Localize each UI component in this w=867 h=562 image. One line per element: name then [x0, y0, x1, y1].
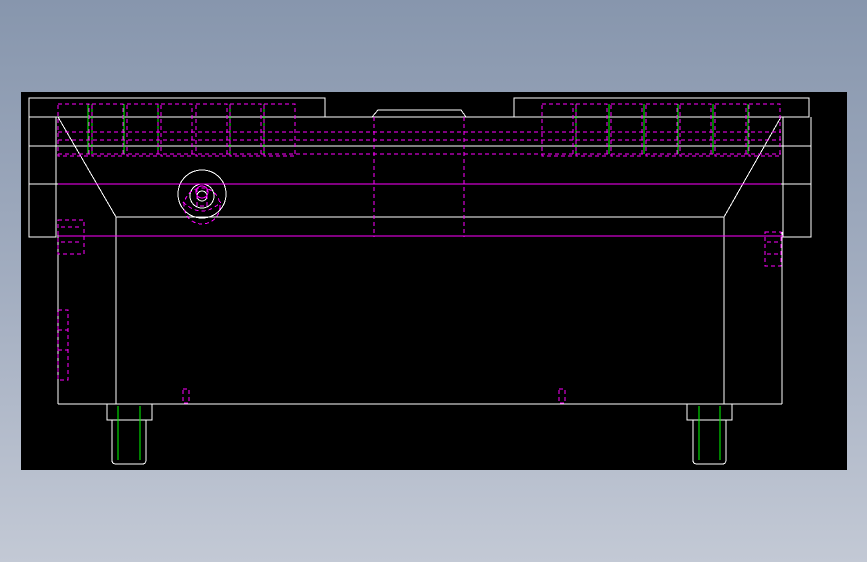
- hidden-lines: [57, 103, 782, 404]
- center-lines: [58, 183, 783, 237]
- visible-outlines: [28, 97, 812, 465]
- cad-drawing: [28, 97, 812, 465]
- cad-viewport[interactable]: [21, 92, 847, 470]
- thread-lines: [87, 104, 749, 460]
